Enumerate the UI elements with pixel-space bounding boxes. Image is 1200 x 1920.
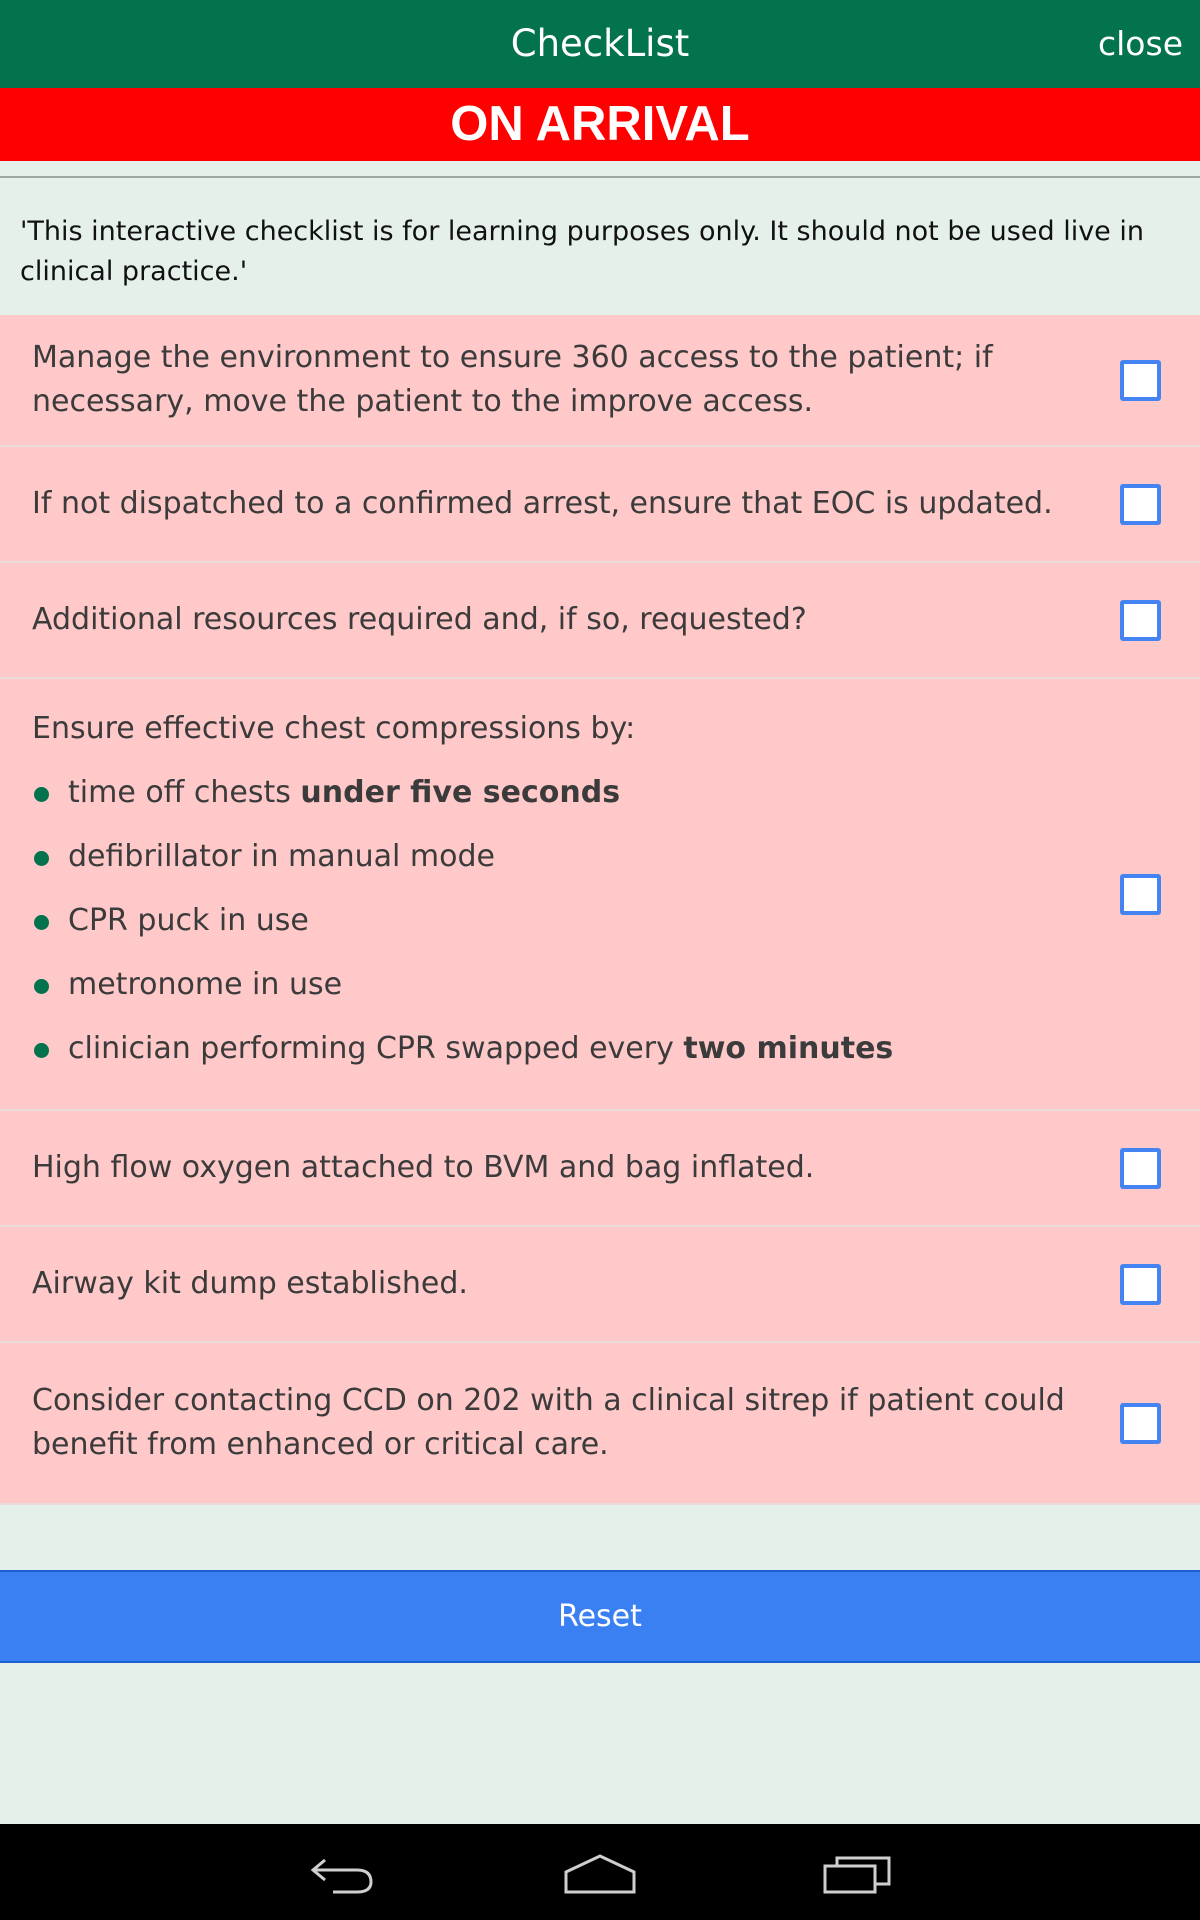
close-button[interactable]: close	[1098, 0, 1183, 88]
item-text: Consider contacting CCD on 202 with a cl…	[32, 1383, 1065, 1462]
home-icon[interactable]	[560, 1842, 640, 1902]
sub-item: time off chests under five seconds	[32, 761, 1072, 825]
sub-item-emphasis: two minutes	[683, 1031, 894, 1066]
item-checkbox[interactable]	[1120, 1148, 1161, 1189]
reset-button[interactable]: Reset	[0, 1570, 1200, 1663]
item-text: Manage the environment to ensure 360 acc…	[32, 340, 993, 419]
checklist: Manage the environment to ensure 360 acc…	[0, 315, 1200, 1505]
item-text: High flow oxygen attached to BVM and bag…	[32, 1150, 815, 1185]
item-checkbox[interactable]	[1120, 484, 1161, 525]
sub-item: metronome in use	[32, 953, 1072, 1017]
section-banner: ON ARRIVAL	[0, 88, 1200, 161]
item-checkbox[interactable]	[1120, 874, 1161, 915]
item-checkbox[interactable]	[1120, 600, 1161, 641]
checklist-item: Manage the environment to ensure 360 acc…	[0, 315, 1200, 447]
item-text: Ensure effective chest compressions by:	[32, 711, 636, 746]
item-text: Airway kit dump established.	[32, 1266, 468, 1301]
app-header: CheckList close	[0, 0, 1200, 88]
checklist-item: Ensure effective chest compressions by: …	[0, 679, 1200, 1111]
checklist-item: If not dispatched to a confirmed arrest,…	[0, 447, 1200, 563]
sub-item: clinician performing CPR swapped every t…	[32, 1017, 1072, 1081]
bullet-icon	[34, 915, 49, 930]
checklist-item: Additional resources required and, if so…	[0, 563, 1200, 679]
divider	[0, 176, 1200, 178]
sub-item: defibrillator in manual mode	[32, 825, 1072, 889]
item-checkbox[interactable]	[1120, 1264, 1161, 1305]
sub-item-text: metronome in use	[68, 967, 343, 1002]
item-checkbox[interactable]	[1120, 1403, 1161, 1444]
system-nav-bar	[0, 1824, 1200, 1920]
item-checkbox[interactable]	[1120, 360, 1161, 401]
checklist-item: Airway kit dump established.	[0, 1227, 1200, 1343]
sub-item-emphasis: under five seconds	[300, 775, 621, 810]
checklist-item: High flow oxygen attached to BVM and bag…	[0, 1111, 1200, 1227]
bullet-icon	[34, 787, 49, 802]
back-icon[interactable]	[303, 1842, 383, 1902]
disclaimer-text: 'This interactive checklist is for learn…	[20, 216, 1144, 287]
bullet-icon	[34, 1043, 49, 1058]
bullet-icon	[34, 851, 49, 866]
sub-item-text: clinician performing CPR swapped every	[68, 1031, 684, 1066]
item-text: If not dispatched to a confirmed arrest,…	[32, 486, 1053, 521]
recent-apps-icon[interactable]	[817, 1842, 897, 1902]
item-text-group: Ensure effective chest compressions by: …	[32, 679, 1072, 1109]
item-text: Additional resources required and, if so…	[32, 602, 807, 637]
sub-item-text: CPR puck in use	[68, 903, 309, 938]
sub-list: time off chests under five seconds defib…	[32, 761, 1072, 1081]
bullet-icon	[34, 979, 49, 994]
checklist-item: Consider contacting CCD on 202 with a cl…	[0, 1343, 1200, 1505]
sub-item-text: defibrillator in manual mode	[68, 839, 496, 874]
app-title: CheckList	[510, 22, 690, 65]
sub-item: CPR puck in use	[32, 889, 1072, 953]
sub-item-text: time off chests	[68, 775, 301, 810]
